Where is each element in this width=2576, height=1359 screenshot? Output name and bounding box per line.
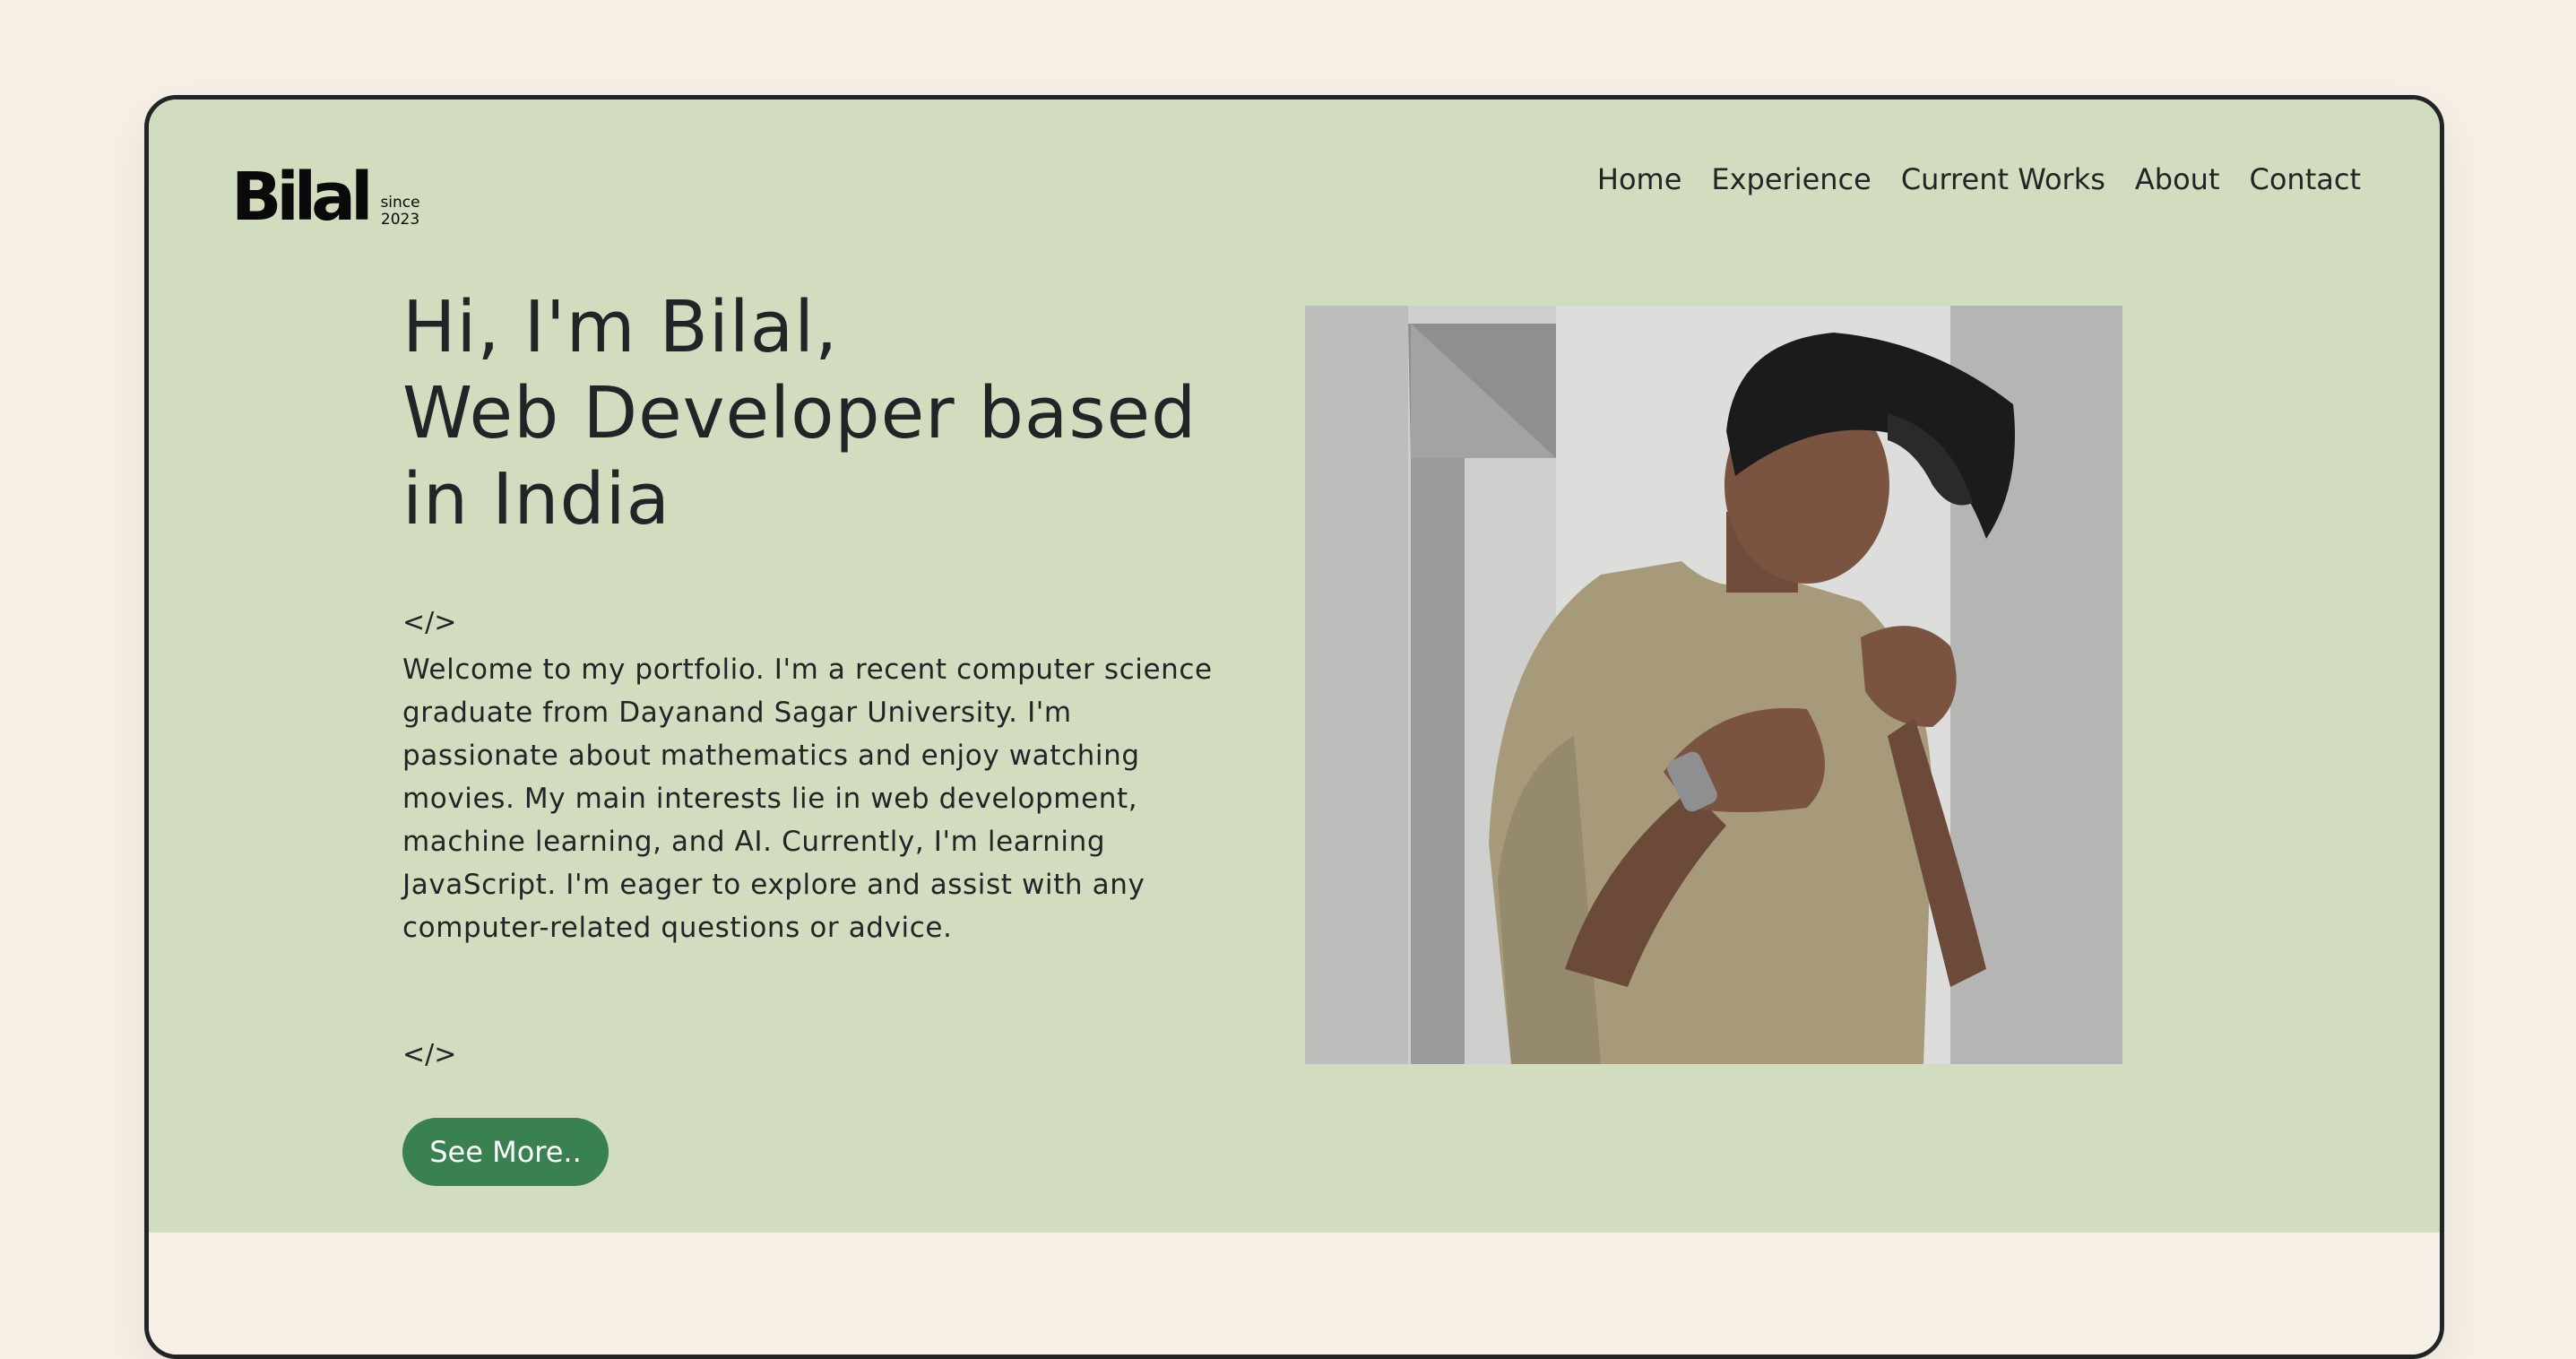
main-nav: Home Experience Current Works About Cont… <box>1597 162 2361 196</box>
nav-current-works[interactable]: Current Works <box>1901 162 2105 196</box>
code-tag-close: </> <box>402 1039 457 1070</box>
nav-contact[interactable]: Contact <box>2250 162 2362 196</box>
see-more-button[interactable]: See More.. <box>402 1118 609 1186</box>
hero-bio: Welcome to my portfolio. I'm a recent co… <box>402 654 1213 944</box>
nav-home[interactable]: Home <box>1597 162 1682 196</box>
hero-title-line-1: Hi, I'm Bilal, <box>402 286 839 368</box>
browser-frame: Bilal since 2023 Home Experience Current… <box>144 95 2444 1359</box>
hero-title-line-2: Web Developer based <box>402 372 1197 454</box>
logo-wordmark: Bilal <box>231 159 373 236</box>
nav-about[interactable]: About <box>2135 162 2220 196</box>
logo-since-label: since <box>380 194 420 212</box>
hero-title: Hi, I'm Bilal, Web Developer based in In… <box>402 284 1209 542</box>
hero-title-line-3: in India <box>402 458 671 541</box>
code-tag-open: </> <box>402 607 457 638</box>
profile-photo <box>1305 306 2122 1064</box>
nav-experience[interactable]: Experience <box>1711 162 1871 196</box>
profile-photo-illustration <box>1305 306 2122 1064</box>
logo-since-year: 2023 <box>380 211 420 229</box>
hero-section: Bilal since 2023 Home Experience Current… <box>149 100 2440 1233</box>
logo[interactable]: Bilal since 2023 <box>231 164 420 230</box>
logo-since: since 2023 <box>380 195 419 229</box>
next-section <box>149 1233 2440 1355</box>
